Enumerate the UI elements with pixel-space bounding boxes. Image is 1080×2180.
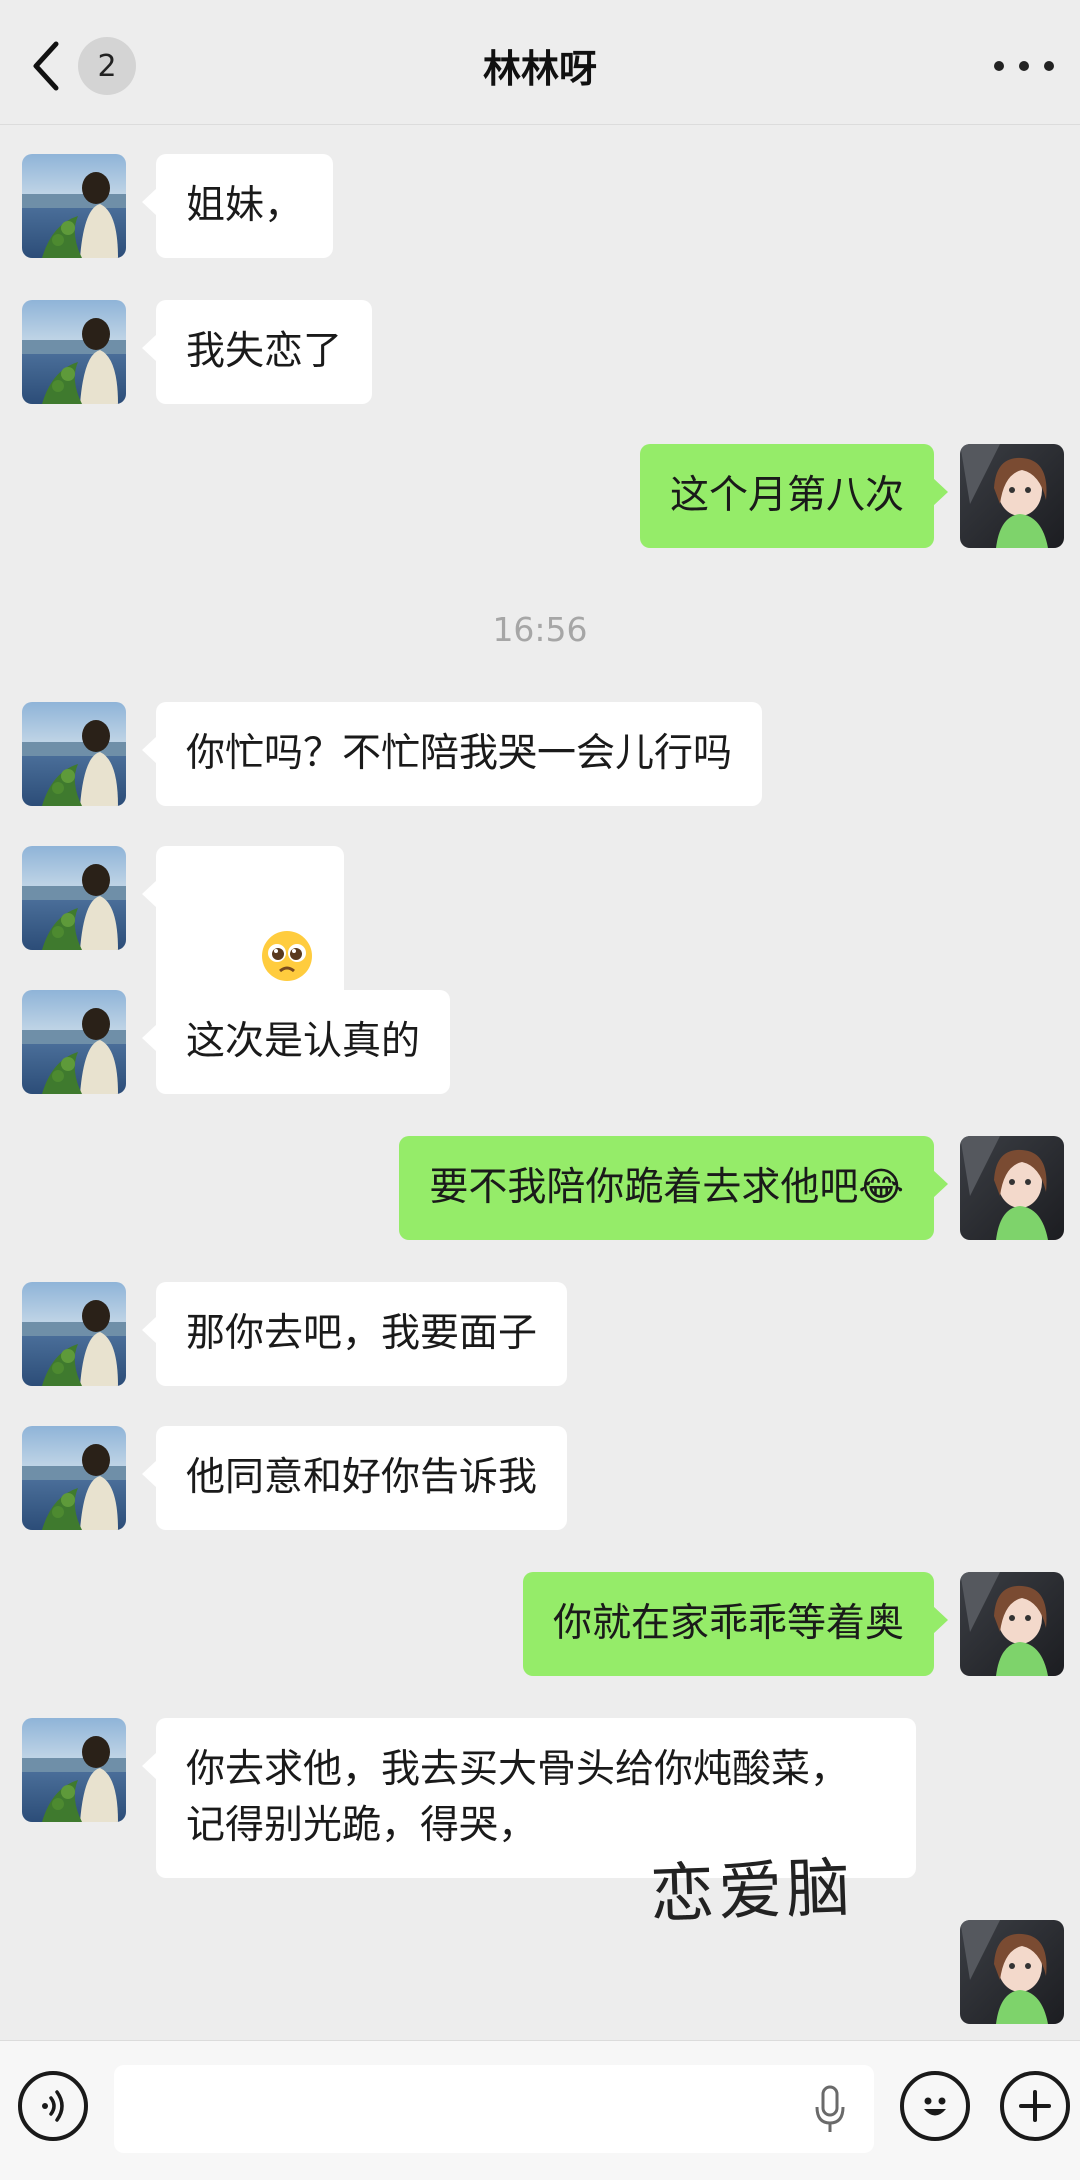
contact-avatar[interactable] [22, 1426, 126, 1530]
message-bubble[interactable]: 这个月第八次 [639, 444, 949, 548]
plus-button[interactable] [1000, 2071, 1070, 2141]
message-bubble[interactable]: 这次是认真的 [141, 990, 451, 1094]
plus-icon [1019, 2090, 1051, 2122]
contact-avatar[interactable] [22, 300, 126, 404]
self-avatar[interactable] [960, 1920, 1064, 2024]
input-bar [0, 2040, 1080, 2180]
voice-button[interactable] [18, 2071, 88, 2141]
chat-area[interactable]: 姐妹， 我失恋了 这个月第八次 16:56 你忙吗？不忙陪我哭一会儿行吗 这次是… [0, 124, 1080, 2040]
contact-avatar[interactable] [22, 154, 126, 258]
self-avatar[interactable] [960, 1136, 1064, 1240]
message-bubble[interactable]: 那你去吧，我要面子 [141, 1282, 568, 1386]
contact-avatar[interactable] [22, 702, 126, 806]
mic-icon[interactable] [812, 2085, 848, 2135]
message-bubble[interactable]: 我失恋了 [141, 300, 373, 404]
chat-header: 2 林林呀 [0, 0, 1080, 125]
more-button[interactable] [994, 46, 1054, 86]
self-avatar[interactable] [960, 1572, 1064, 1676]
message-bubble[interactable]: 他同意和好你告诉我 [141, 1426, 568, 1530]
pleading-face-icon [262, 930, 313, 981]
timestamp-divider: 16:56 [492, 610, 588, 649]
message-bubble[interactable]: 你忙吗？不忙陪我哭一会儿行吗 [141, 702, 763, 806]
emoji-button[interactable] [900, 2071, 970, 2141]
contact-avatar[interactable] [22, 1718, 126, 1822]
watermark-text: 恋爱脑 [648, 1851, 856, 1933]
contact-avatar[interactable] [22, 990, 126, 1094]
voice-icon [42, 2090, 64, 2122]
contact-avatar[interactable] [22, 1282, 126, 1386]
message-bubble[interactable]: 你就在家乖乖等着奥 [522, 1572, 949, 1676]
emoji-icon [924, 2097, 946, 2116]
more-dots-icon [994, 61, 1004, 71]
contact-avatar[interactable] [22, 846, 126, 950]
message-input[interactable] [114, 2065, 874, 2153]
self-avatar[interactable] [960, 444, 1064, 548]
message-bubble[interactable]: 要不我陪你跪着去求他吧😂 [399, 1136, 948, 1240]
message-bubble[interactable]: 姐妹， [141, 154, 334, 258]
chat-title: 林林呀 [482, 47, 597, 91]
